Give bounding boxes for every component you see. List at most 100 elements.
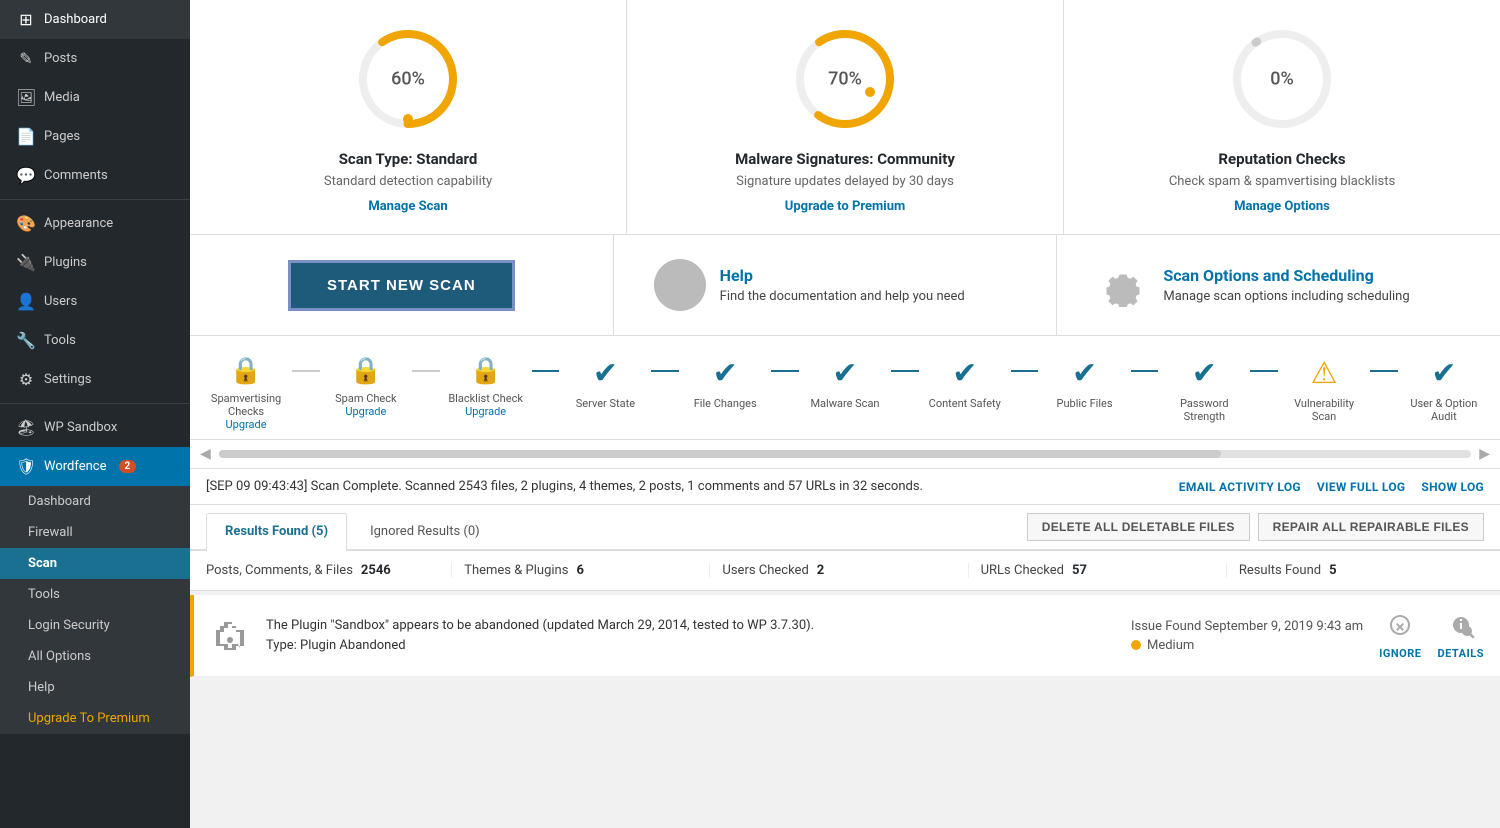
tabs-row: Results Found (5) Ignored Results (0) DE…	[190, 505, 1500, 551]
status-sublabel-spamvertising[interactable]: Upgrade	[226, 418, 267, 431]
dashboard-icon: ⊞	[16, 10, 36, 29]
sidebar-item-wordfence[interactable]: 🛡 Wordfence 2	[0, 447, 190, 486]
card-link-reputation[interactable]: Manage Options	[1234, 199, 1330, 214]
check-icon-server-state: ✔	[593, 356, 618, 391]
media-icon: 🖼	[16, 88, 36, 107]
sidebar-item-tools[interactable]: 🔧 Tools	[0, 321, 190, 360]
status-blacklist: 🔒 Blacklist Check Upgrade	[440, 356, 532, 418]
sidebar-sub-wf-options[interactable]: All Options	[0, 641, 190, 672]
donut-reputation: 0%	[1227, 24, 1337, 134]
connector-7	[1011, 370, 1039, 372]
status-malware-scan: ✔ Malware Scan	[799, 356, 891, 410]
card-title-malware: Malware Signatures: Community	[735, 150, 955, 168]
details-label: DETAILS	[1437, 647, 1484, 660]
status-label-user-audit: User & Option Audit	[1404, 397, 1484, 423]
donut-text-malware: 70%	[828, 69, 862, 90]
appearance-icon: 🎨	[16, 214, 36, 233]
connector-1	[292, 370, 320, 372]
ignore-button[interactable]: IGNORE	[1379, 611, 1421, 660]
show-log-button[interactable]: SHOW LOG	[1421, 480, 1484, 494]
tools-icon: 🔧	[16, 331, 36, 350]
log-actions: EMAIL ACTIVITY LOG VIEW FULL LOG SHOW LO…	[1179, 480, 1484, 494]
sidebar-item-wp-sandbox[interactable]: 🏖 WP Sandbox	[0, 408, 190, 447]
sidebar-sub-wf-help[interactable]: Help	[0, 672, 190, 703]
sidebar-sub-wf-login[interactable]: Login Security	[0, 610, 190, 641]
scheduling-desc: Manage scan options including scheduling	[1163, 289, 1409, 304]
card-scan-type: 60% Scan Type: Standard Standard detecti…	[190, 0, 627, 234]
status-sublabel-blacklist[interactable]: Upgrade	[465, 405, 506, 418]
stat-value-urls: 57	[1072, 563, 1087, 578]
connector-3	[532, 370, 560, 372]
status-label-malware-scan: Malware Scan	[810, 397, 879, 410]
sidebar-sub-wf-dashboard[interactable]: Dashboard	[0, 486, 190, 517]
result-content-0: The Plugin "Sandbox" appears to be aband…	[266, 616, 1115, 655]
wf-login-label: Login Security	[28, 618, 110, 633]
status-public-files: ✔ Public Files	[1038, 356, 1130, 410]
help-desc: Find the documentation and help you need	[720, 289, 965, 304]
sidebar-item-media[interactable]: 🖼 Media	[0, 78, 190, 117]
sidebar-label-appearance: Appearance	[44, 216, 113, 231]
wordfence-icon: 🛡	[16, 457, 36, 476]
card-reputation: 0% Reputation Checks Check spam & spamve…	[1064, 0, 1500, 234]
wf-scan-label: Scan	[28, 556, 57, 571]
stat-users-checked: Users Checked 2	[710, 563, 968, 578]
card-desc-scan-type: Standard detection capability	[324, 174, 492, 189]
sidebar-item-dashboard[interactable]: ⊞ Dashboard	[0, 0, 190, 39]
status-spam-check: 🔒 Spam Check Upgrade	[320, 356, 412, 418]
view-full-log-button[interactable]: VIEW FULL LOG	[1317, 480, 1406, 494]
status-sublabel-spam[interactable]: Upgrade	[345, 405, 386, 418]
card-link-malware[interactable]: Upgrade to Premium	[785, 199, 905, 214]
card-desc-reputation: Check spam & spamvertising blacklists	[1169, 174, 1395, 189]
posts-icon: ✎	[16, 49, 36, 68]
scroll-left-arrow[interactable]: ◀	[200, 446, 211, 462]
status-file-changes: ✔ File Changes	[679, 356, 771, 410]
card-title-scan-type: Scan Type: Standard	[339, 150, 478, 168]
check-icon-file-changes: ✔	[713, 356, 738, 391]
wf-dashboard-label: Dashboard	[28, 494, 91, 509]
sidebar-label-posts: Posts	[44, 51, 77, 66]
ignore-icon	[1386, 611, 1414, 645]
sidebar-item-pages[interactable]: 📄 Pages	[0, 117, 190, 156]
repair-all-button[interactable]: REPAIR ALL REPAIRABLE FILES	[1258, 513, 1484, 541]
tab-ignored-results[interactable]: Ignored Results (0)	[351, 513, 499, 549]
scroll-thumb	[219, 450, 1221, 458]
sidebar-item-posts[interactable]: ✎ Posts	[0, 39, 190, 78]
sidebar-label-dashboard: Dashboard	[44, 12, 107, 27]
sidebar-sub-wf-scan[interactable]: Scan	[0, 548, 190, 579]
sidebar-sub-wf-tools[interactable]: Tools	[0, 579, 190, 610]
sidebar-sub-wf-firewall[interactable]: Firewall	[0, 517, 190, 548]
sidebar-label-comments: Comments	[44, 168, 108, 183]
status-label-file-changes: File Changes	[694, 397, 757, 410]
sidebar: ⊞ Dashboard ✎ Posts 🖼 Media 📄 Pages 💬 Co…	[0, 0, 190, 828]
scroll-right-arrow[interactable]: ▶	[1479, 446, 1490, 462]
status-password-strength: ✔ Password Strength	[1158, 356, 1250, 423]
lock-icon-spam: 🔒	[350, 356, 382, 386]
sidebar-item-appearance[interactable]: 🎨 Appearance	[0, 204, 190, 243]
sidebar-item-settings[interactable]: ⚙ Settings	[0, 360, 190, 399]
start-scan-cell: START NEW SCAN	[190, 235, 614, 335]
details-button[interactable]: DETAILS	[1437, 611, 1484, 660]
card-link-scan-type[interactable]: Manage Scan	[368, 199, 447, 214]
users-icon: 👤	[16, 292, 36, 311]
tab-results-found[interactable]: Results Found (5)	[206, 513, 347, 551]
stat-label-users: Users Checked	[722, 563, 808, 578]
severity-label: Medium	[1147, 638, 1194, 653]
connector-2	[412, 370, 440, 372]
email-log-button[interactable]: EMAIL ACTIVITY LOG	[1179, 480, 1301, 494]
sidebar-sub-wf-upgrade[interactable]: Upgrade To Premium	[0, 703, 190, 734]
start-scan-button[interactable]: START NEW SCAN	[288, 260, 515, 311]
tabs-right: DELETE ALL DELETABLE FILES REPAIR ALL RE…	[1011, 505, 1500, 549]
stat-label-posts: Posts, Comments, & Files	[206, 563, 353, 578]
sidebar-item-plugins[interactable]: 🔌 Plugins	[0, 243, 190, 282]
card-title-reputation: Reputation Checks	[1218, 150, 1345, 168]
status-server-state: ✔ Server State	[559, 356, 651, 410]
status-content-safety: ✔ Content Safety	[919, 356, 1011, 410]
sidebar-item-comments[interactable]: 💬 Comments	[0, 156, 190, 195]
cards-row: 60% Scan Type: Standard Standard detecti…	[190, 0, 1500, 235]
wf-upgrade-label: Upgrade To Premium	[28, 711, 150, 726]
status-row: 🔒 Spamvertising Checks Upgrade 🔒 Spam Ch…	[190, 336, 1500, 440]
delete-all-button[interactable]: DELETE ALL DELETABLE FILES	[1027, 513, 1250, 541]
donut-scan-type: 60%	[353, 24, 463, 134]
comments-icon: 💬	[16, 166, 36, 185]
sidebar-item-users[interactable]: 👤 Users	[0, 282, 190, 321]
